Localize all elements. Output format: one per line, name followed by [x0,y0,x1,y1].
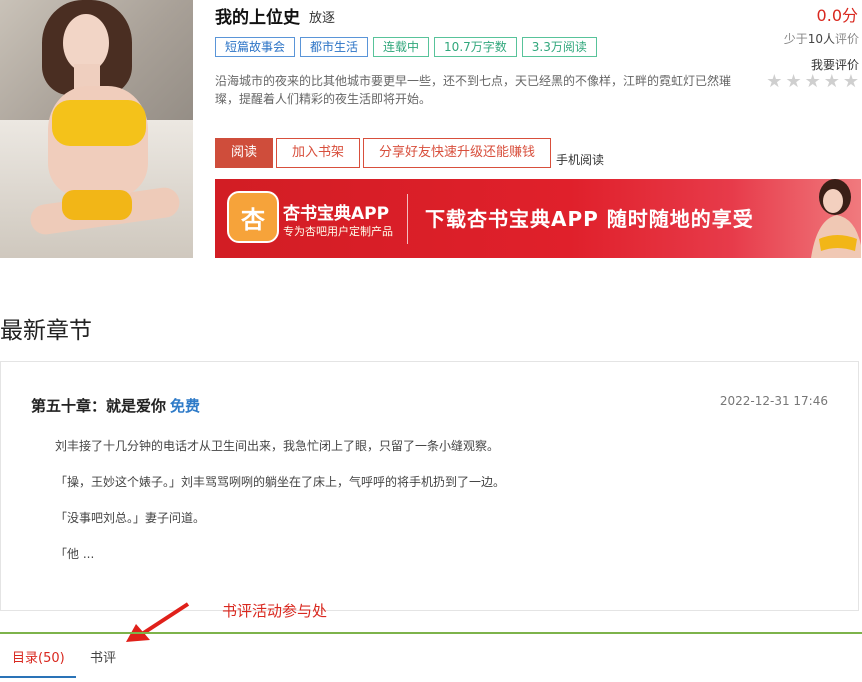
chapter-title[interactable]: 第五十章：就是爱你 免费 [31,395,200,416]
banner-divider [407,194,408,244]
tag-word-count: 10.7万字数 [434,37,517,57]
book-author[interactable]: 放逐 [309,7,335,26]
action-buttons: 阅读 加入书架 分享好友快速升级还能赚钱 手机阅读 [215,138,604,168]
tag-status: 连载中 [373,37,430,57]
rating-stars[interactable]: ★ ★ ★ ★ ★ [766,72,859,92]
tab-reviews[interactable]: 书评 [90,647,116,666]
book-tags: 短篇故事会 都市生活 连载中 10.7万字数 3.3万阅读 [215,37,597,57]
chapter-paragraph: 「没事吧刘总。」妻子问道。 [55,511,206,525]
app-logo-icon: 杏 [227,191,279,243]
raters-count: 10人 [807,32,835,46]
raters-suffix: 评价 [834,32,859,46]
app-logo-char: 杏 [241,205,265,234]
add-to-shelf-button[interactable]: 加入书架 [276,138,361,168]
annotation-label: 书评活动参与处 [222,602,328,620]
chapter-paragraph: 「操，王妙这个婊子。」刘丰骂骂咧咧的躺坐在了床上，气呼呼的将手机扔到了一边。 [55,475,506,489]
app-download-banner[interactable]: 杏 杏书宝典APP 专为杏吧用户定制产品 下载杏书宝典APP 随时随地的享受 [215,179,861,258]
chapter-paragraph: 「他 ... [55,547,95,561]
book-title: 我的上位史 [215,8,300,28]
mobile-read-link[interactable]: 手机阅读 [554,152,604,168]
tab-catalog[interactable]: 目录(50) [12,647,65,666]
chapter-paragraph: 刘丰接了十几分钟的电话才从卫生间出来，我急忙闭上了眼，只留了一条小缝观察。 [55,439,500,453]
chapter-date: 2022-12-31 17:46 [719,394,828,408]
tab-bar [0,632,862,682]
tag-genre[interactable]: 都市生活 [300,37,369,57]
banner-slogan: 下载杏书宝典APP 随时随地的享受 [425,207,754,231]
raters-prefix: 少于 [783,32,808,46]
share-button[interactable]: 分享好友快速升级还能赚钱 [363,138,552,168]
banner-model-image [811,179,861,258]
rating-score: 0.0分 [816,6,858,25]
book-description: 沿海城市的夜来的比其他城市要更早一些，还不到七点，天已经黑的不像样，江畔的霓虹灯… [215,74,732,106]
tag-read-count: 3.3万阅读 [521,37,597,57]
free-badge: 免费 [170,397,201,415]
latest-chapter-card: 第五十章：就是爱你 免费 2022-12-31 17:46 刘丰接了十几分钟的电话… [0,361,859,611]
star-icon[interactable]: ★ [805,72,821,92]
read-button[interactable]: 阅读 [215,138,274,168]
star-icon[interactable]: ★ [785,72,801,92]
chapter-title-text[interactable]: 第五十章：就是爱你 [31,397,166,415]
active-tab-indicator [0,676,76,678]
cover-figure-bottom [62,190,132,220]
book-cover-image[interactable] [0,0,193,258]
banner-app-name: 杏书宝典APP [283,204,390,224]
star-icon[interactable]: ★ [766,72,782,92]
latest-chapter-heading: 最新章节 [0,318,92,344]
star-icon[interactable]: ★ [824,72,840,92]
banner-app-subtitle: 专为杏吧用户定制产品 [283,225,393,238]
rating-count: 少于10人评价 [784,30,859,47]
cover-figure-top [52,100,146,146]
star-icon[interactable]: ★ [843,72,859,92]
tag-category[interactable]: 短篇故事会 [215,37,296,57]
